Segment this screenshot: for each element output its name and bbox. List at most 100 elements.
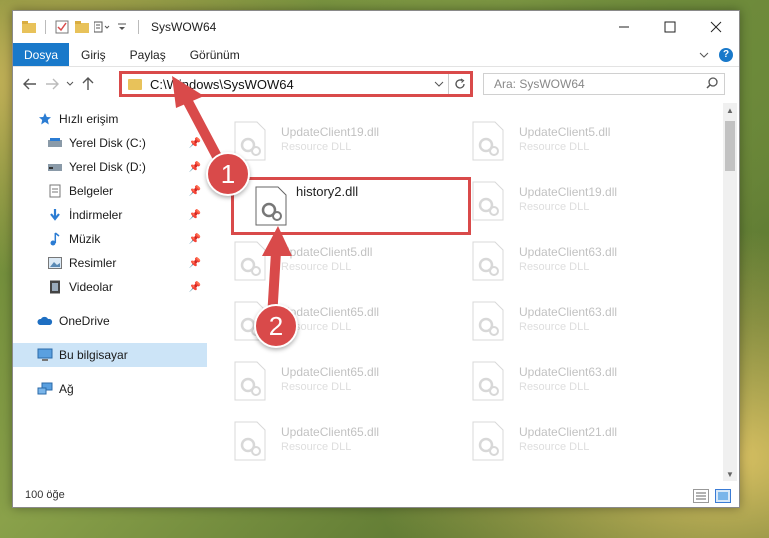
address-bar[interactable]: C:\Windows\SysWOW64: [119, 71, 473, 97]
ribbon-expand-icon[interactable]: [699, 48, 709, 62]
sidebar-item-label: Bu bilgisayar: [59, 348, 128, 362]
scroll-down-button[interactable]: ▼: [723, 467, 737, 481]
help-icon[interactable]: ?: [719, 47, 733, 62]
maximize-button[interactable]: [647, 11, 693, 43]
tab-file[interactable]: Dosya: [13, 43, 69, 66]
list-item[interactable]: UpdateClient5.dll Resource DLL: [447, 111, 667, 167]
sidebar-item-label: Yerel Disk (C:): [69, 136, 146, 150]
sidebar-item-label: Müzik: [69, 232, 101, 246]
file-explorer-window: SysWOW64 Dosya Giriş Paylaş Görünüm ? C:…: [12, 10, 740, 508]
search-icon: [706, 76, 718, 92]
dll-file-icon: [233, 421, 267, 461]
customize-icon[interactable]: [94, 19, 110, 35]
tab-view[interactable]: Görünüm: [178, 43, 252, 66]
file-name: UpdateClient21.dll: [519, 425, 618, 439]
minimize-button[interactable]: [601, 11, 647, 43]
status-bar: 100 öğe: [13, 483, 739, 507]
file-list: UpdateClient19.dll Resource DLL history2…: [209, 103, 723, 471]
step-badge-1: 1: [206, 152, 250, 196]
quick-access-toolbar: [13, 19, 143, 35]
list-item[interactable]: UpdateClient63.dll Resource DLL: [447, 351, 667, 407]
vertical-scrollbar[interactable]: ▲ ▼: [723, 103, 737, 481]
videos-icon: [47, 279, 63, 295]
list-item[interactable]: UpdateClient65.dll Resource DLL: [209, 411, 429, 467]
file-name: UpdateClient63.dll: [519, 245, 618, 259]
address-path[interactable]: C:\Windows\SysWOW64: [150, 77, 294, 92]
list-item-highlighted[interactable]: history2.dll: [231, 177, 471, 235]
search-placeholder: Ara: SysWOW64: [494, 77, 585, 91]
refresh-button[interactable]: [448, 74, 470, 94]
pin-icon[interactable]: 📌: [189, 234, 201, 245]
sidebar-item-label: Videolar: [69, 280, 113, 294]
ribbon-right: ?: [699, 43, 739, 66]
file-description: Resource DLL: [519, 441, 590, 453]
tab-home[interactable]: Giriş: [69, 43, 118, 66]
divider: [45, 20, 46, 34]
dll-file-icon: [471, 241, 505, 281]
list-item[interactable]: UpdateClient65.dll Resource DLL: [209, 351, 429, 407]
sidebar-item-downloads[interactable]: İndirmeler 📌: [13, 203, 207, 227]
dll-file-icon: [471, 181, 505, 221]
file-name: UpdateClient63.dll: [519, 365, 618, 379]
folder-icon: [128, 78, 142, 90]
pin-icon[interactable]: 📌: [189, 258, 201, 269]
details-view-icon[interactable]: [693, 489, 709, 503]
sidebar-item-pictures[interactable]: Resimler 📌: [13, 251, 207, 275]
sidebar-item-documents[interactable]: Belgeler 📌: [13, 179, 207, 203]
file-description: Resource DLL: [519, 141, 590, 153]
list-item[interactable]: UpdateClient63.dll Resource DLL: [447, 231, 667, 287]
pictures-icon: [47, 255, 63, 271]
sidebar-item-local-disk-d[interactable]: Yerel Disk (D:) 📌: [13, 155, 207, 179]
tab-share[interactable]: Paylaş: [118, 43, 178, 66]
forward-button[interactable]: [41, 73, 63, 95]
sidebar-item-music[interactable]: Müzik 📌: [13, 227, 207, 251]
tiles-view-icon[interactable]: [715, 489, 731, 503]
list-item[interactable]: UpdateClient19.dll Resource DLL: [447, 171, 667, 227]
sidebar-item-label: OneDrive: [59, 314, 110, 328]
back-button[interactable]: [19, 73, 41, 95]
file-name: UpdateClient5.dll: [519, 125, 611, 139]
chevron-down-icon[interactable]: [434, 79, 444, 90]
sidebar-item-videos[interactable]: Videolar 📌: [13, 275, 207, 299]
sidebar-item-label: Yerel Disk (D:): [69, 160, 146, 174]
sidebar-item-network[interactable]: Ağ: [13, 377, 207, 401]
pin-icon[interactable]: 📌: [189, 162, 201, 173]
list-item[interactable]: UpdateClient63.dll Resource DLL: [447, 291, 667, 347]
pin-icon[interactable]: 📌: [189, 282, 201, 293]
view-toggle: [693, 489, 731, 503]
pin-icon[interactable]: 📌: [189, 138, 201, 149]
download-icon: [47, 207, 63, 223]
sidebar-item-local-disk-c[interactable]: Yerel Disk (C:) 📌: [13, 131, 207, 155]
dll-file-icon: [471, 361, 505, 401]
dll-file-icon: [471, 301, 505, 341]
file-description: Resource DLL: [281, 261, 352, 273]
sidebar-item-onedrive[interactable]: OneDrive: [13, 309, 207, 333]
file-description: Resource DLL: [281, 441, 352, 453]
scroll-thumb[interactable]: [725, 121, 735, 171]
properties-icon[interactable]: [54, 19, 70, 35]
sidebar-item-label: İndirmeler: [69, 208, 123, 222]
list-item[interactable]: UpdateClient65.dll Resource DLL: [209, 291, 429, 347]
navigation-pane: Hızlı erişim Yerel Disk (C:) 📌 Yerel Dis…: [13, 107, 207, 467]
pin-icon[interactable]: 📌: [189, 186, 201, 197]
recent-locations-button[interactable]: [63, 73, 77, 95]
up-button[interactable]: [77, 73, 99, 95]
dll-file-icon: [233, 361, 267, 401]
new-folder-icon[interactable]: [74, 19, 90, 35]
close-button[interactable]: [693, 11, 739, 43]
dll-file-icon: [233, 241, 267, 281]
computer-icon: [37, 347, 53, 363]
scroll-up-button[interactable]: ▲: [723, 103, 737, 117]
drive-icon: [47, 135, 63, 151]
sidebar-item-quick-access[interactable]: Hızlı erişim: [13, 107, 207, 131]
sidebar-item-label: Resimler: [69, 256, 117, 270]
search-input[interactable]: Ara: SysWOW64: [483, 73, 725, 95]
step-badge-2: 2: [254, 304, 298, 348]
sidebar-item-this-pc[interactable]: Bu bilgisayar: [13, 343, 207, 367]
chevron-down-icon[interactable]: [114, 19, 130, 35]
file-description: Resource DLL: [519, 261, 590, 273]
pin-icon[interactable]: 📌: [189, 210, 201, 221]
list-item[interactable]: UpdateClient5.dll Resource DLL: [209, 231, 429, 287]
list-item[interactable]: UpdateClient21.dll Resource DLL: [447, 411, 667, 467]
title-bar: SysWOW64: [13, 11, 739, 43]
